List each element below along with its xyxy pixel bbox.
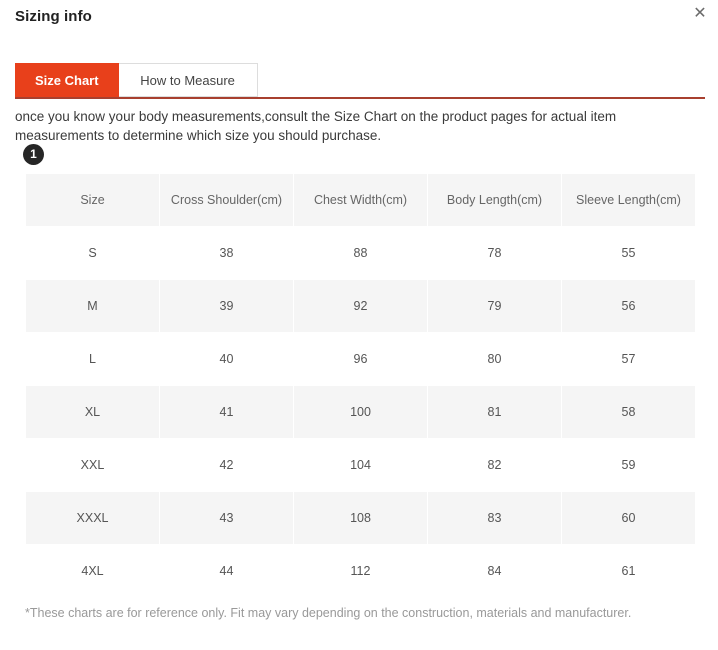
table-row: S 38 88 78 55 bbox=[26, 227, 695, 279]
disclaimer-note: *These charts are for reference only. Fi… bbox=[25, 606, 632, 620]
tab-size-chart[interactable]: Size Chart bbox=[15, 63, 119, 97]
cell-body-length: 84 bbox=[428, 545, 561, 597]
cell-sleeve-length: 56 bbox=[562, 280, 695, 332]
sizing-info-modal: Sizing info ✕ Size Chart How to Measure … bbox=[0, 0, 718, 650]
tab-bar: Size Chart How to Measure bbox=[15, 63, 705, 99]
table-row: XL 41 100 81 58 bbox=[26, 386, 695, 438]
column-header-chest-width: Chest Width(cm) bbox=[294, 174, 427, 226]
sizing-description: once you know your body measurements,con… bbox=[15, 109, 617, 143]
cell-body-length: 82 bbox=[428, 439, 561, 491]
table-row: XXXL 43 108 83 60 bbox=[26, 492, 695, 544]
cell-chest-width: 112 bbox=[294, 545, 427, 597]
cell-body-length: 80 bbox=[428, 333, 561, 385]
column-header-body-length: Body Length(cm) bbox=[428, 174, 561, 226]
cell-size: M bbox=[26, 280, 159, 332]
cell-cross-shoulder: 38 bbox=[160, 227, 293, 279]
cell-sleeve-length: 61 bbox=[562, 545, 695, 597]
cell-body-length: 78 bbox=[428, 227, 561, 279]
cell-size: XXXL bbox=[26, 492, 159, 544]
tab-how-to-measure[interactable]: How to Measure bbox=[118, 63, 258, 97]
tab-strip: Size Chart How to Measure bbox=[15, 63, 258, 97]
cell-chest-width: 88 bbox=[294, 227, 427, 279]
table-row: M 39 92 79 56 bbox=[26, 280, 695, 332]
table-row: L 40 96 80 57 bbox=[26, 333, 695, 385]
cell-size: S bbox=[26, 227, 159, 279]
cell-chest-width: 104 bbox=[294, 439, 427, 491]
table-row: XXL 42 104 82 59 bbox=[26, 439, 695, 491]
page-title: Sizing info bbox=[15, 8, 92, 25]
cell-size: XXL bbox=[26, 439, 159, 491]
cell-body-length: 79 bbox=[428, 280, 561, 332]
column-header-cross-shoulder: Cross Shoulder(cm) bbox=[160, 174, 293, 226]
cell-chest-width: 108 bbox=[294, 492, 427, 544]
step-badge: 1 bbox=[23, 144, 44, 165]
cell-body-length: 83 bbox=[428, 492, 561, 544]
cell-cross-shoulder: 39 bbox=[160, 280, 293, 332]
cell-sleeve-length: 57 bbox=[562, 333, 695, 385]
tab-underline-divider bbox=[15, 97, 705, 99]
cell-size: 4XL bbox=[26, 545, 159, 597]
cell-cross-shoulder: 43 bbox=[160, 492, 293, 544]
cell-size: L bbox=[26, 333, 159, 385]
cell-chest-width: 96 bbox=[294, 333, 427, 385]
table-row: 4XL 44 112 84 61 bbox=[26, 545, 695, 597]
cell-sleeve-length: 59 bbox=[562, 439, 695, 491]
close-icon[interactable]: ✕ bbox=[689, 2, 711, 24]
cell-cross-shoulder: 40 bbox=[160, 333, 293, 385]
cell-cross-shoulder: 42 bbox=[160, 439, 293, 491]
column-header-size: Size bbox=[26, 174, 159, 226]
cell-cross-shoulder: 41 bbox=[160, 386, 293, 438]
cell-chest-width: 100 bbox=[294, 386, 427, 438]
modal-header: Sizing info ✕ bbox=[0, 0, 718, 46]
cell-chest-width: 92 bbox=[294, 280, 427, 332]
cell-body-length: 81 bbox=[428, 386, 561, 438]
cell-sleeve-length: 55 bbox=[562, 227, 695, 279]
cell-sleeve-length: 58 bbox=[562, 386, 695, 438]
column-header-sleeve-length: Sleeve Length(cm) bbox=[562, 174, 695, 226]
table-header-row: Size Cross Shoulder(cm) Chest Width(cm) … bbox=[26, 174, 695, 226]
cell-sleeve-length: 60 bbox=[562, 492, 695, 544]
cell-cross-shoulder: 44 bbox=[160, 545, 293, 597]
size-chart-table: Size Cross Shoulder(cm) Chest Width(cm) … bbox=[25, 173, 696, 598]
cell-size: XL bbox=[26, 386, 159, 438]
